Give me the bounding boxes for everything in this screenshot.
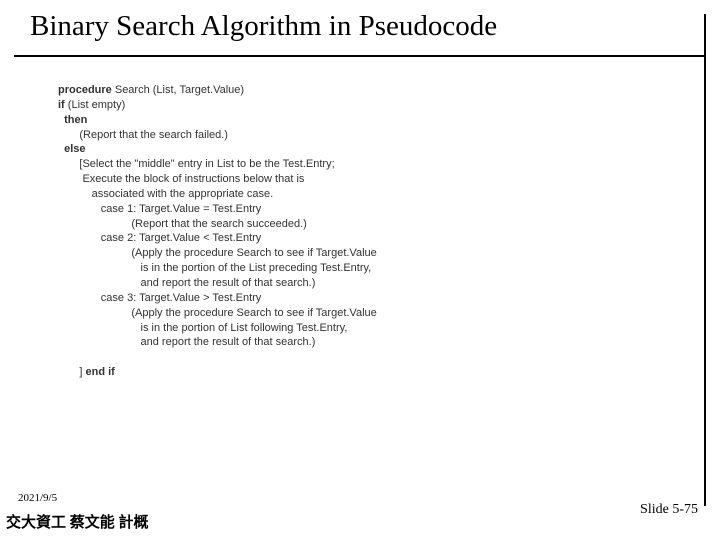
pseudocode-line: is in the portion of List following Test…: [58, 322, 347, 334]
pseudocode-line: is in the portion of the List preceding …: [58, 262, 371, 274]
pseudocode-line: and report the result of that search.): [58, 336, 315, 348]
divider-horizontal: [14, 55, 706, 57]
divider-vertical: [704, 14, 706, 506]
pseudocode-line: Execute the block of instructions below …: [58, 173, 304, 185]
footer-slide-number: Slide 5-75: [640, 502, 698, 518]
pseudocode-line: (Apply the procedure Search to see if Ta…: [58, 307, 377, 319]
pseudocode-block: procedure Search (List, Target.Value) if…: [58, 83, 720, 380]
pseudocode-line: (Report that the search failed.): [58, 129, 228, 141]
kw-endif: end if: [86, 366, 115, 378]
footer-date: 2021/9/5: [18, 492, 57, 504]
kw-then: then: [58, 114, 87, 126]
pseudocode-line: case 3: Target.Value > Test.Entry: [58, 292, 261, 304]
pseudocode-line: [Select the "middle" entry in List to be…: [58, 158, 335, 170]
slide-title: Binary Search Algorithm in Pseudocode: [0, 0, 720, 43]
pseudocode-line: (Report that the search succeeded.): [58, 218, 307, 230]
pseudocode-line: (List empty): [65, 99, 126, 111]
pseudocode-line: ]: [58, 366, 86, 378]
kw-else: else: [58, 143, 86, 155]
pseudocode-line: case 1: Target.Value = Test.Entry: [58, 203, 261, 215]
footer-author: 交大資工 蔡文能 計概: [6, 511, 149, 532]
pseudocode-line: and report the result of that search.): [58, 277, 315, 289]
pseudocode-line: case 2: Target.Value < Test.Entry: [58, 232, 261, 244]
kw-procedure: procedure: [58, 84, 112, 96]
pseudocode-line: associated with the appropriate case.: [58, 188, 273, 200]
kw-if: if: [58, 99, 65, 111]
pseudocode-line: Search (List, Target.Value): [112, 84, 244, 96]
pseudocode-line: (Apply the procedure Search to see if Ta…: [58, 247, 377, 259]
